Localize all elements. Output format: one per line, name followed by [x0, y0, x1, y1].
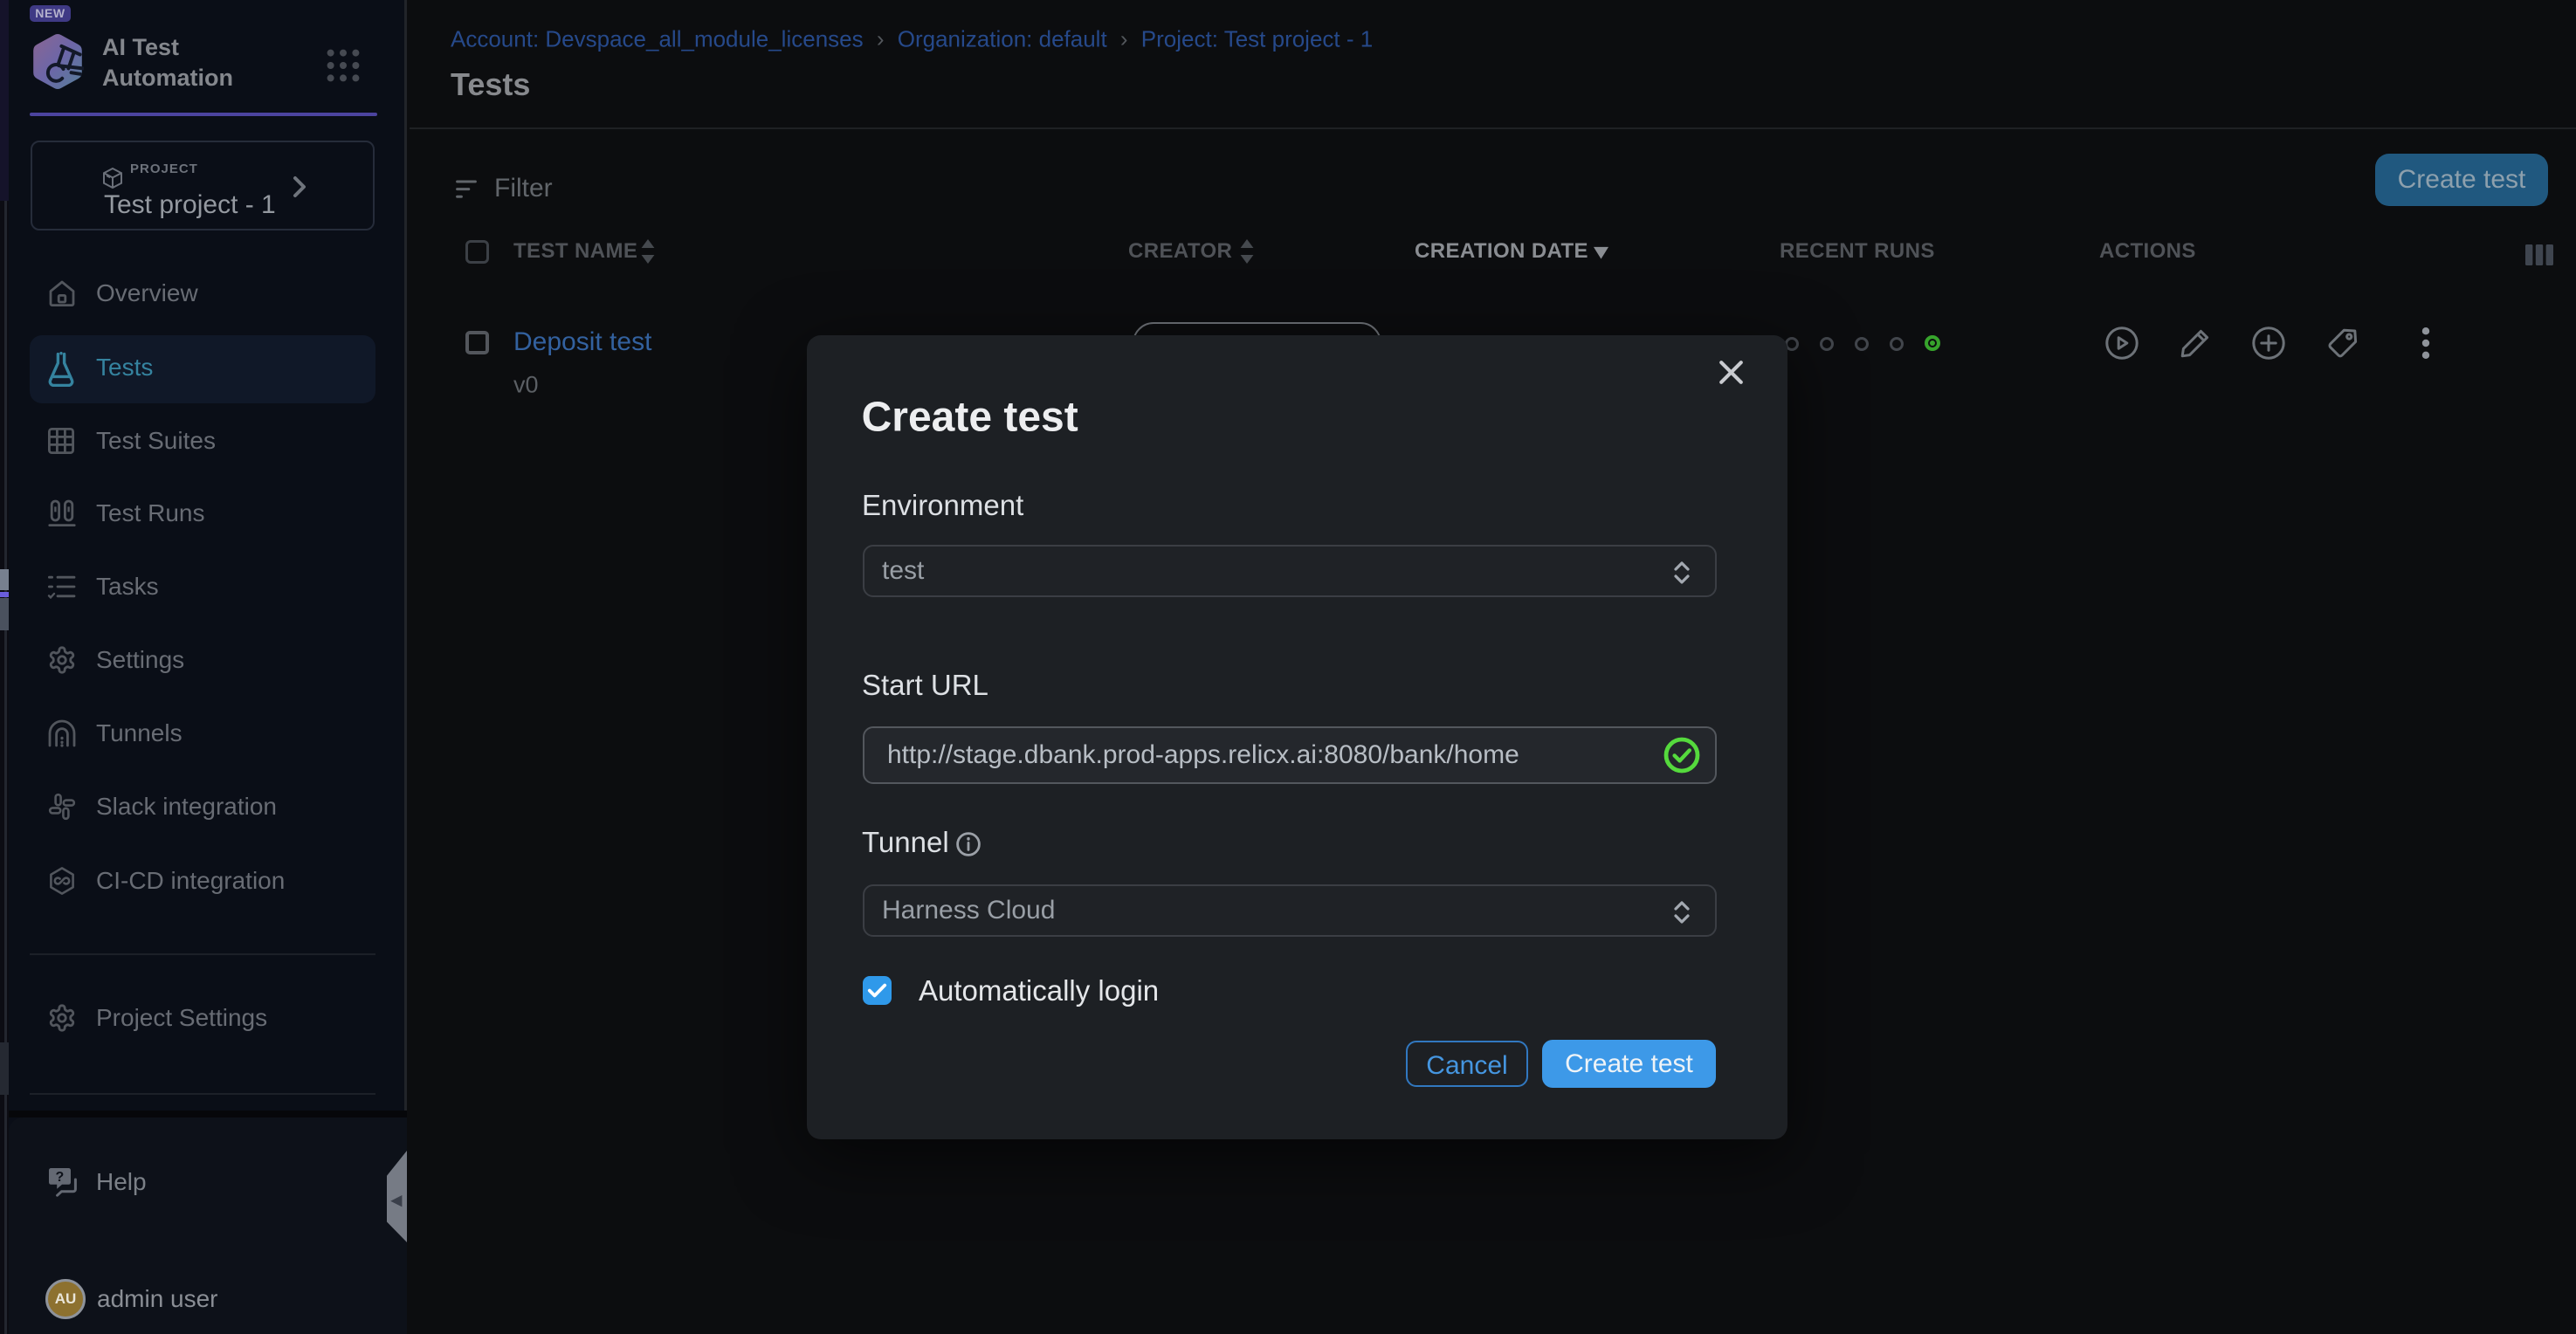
- svg-text:?: ?: [56, 1170, 65, 1185]
